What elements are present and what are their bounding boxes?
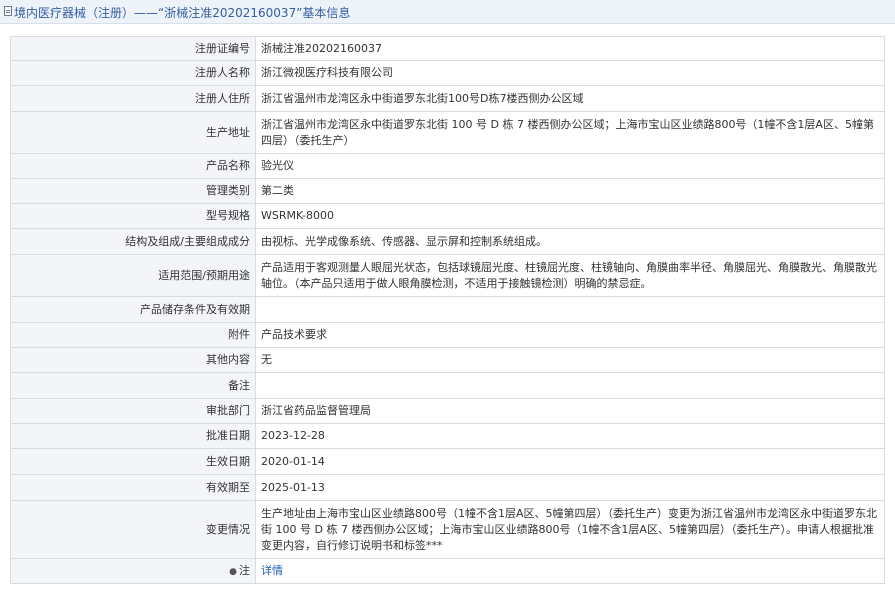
row-label: 注册人住所 — [10, 85, 256, 112]
row-label: 备注 — [10, 372, 256, 399]
table-row: 有效期至 2025-01-13 — [10, 474, 885, 501]
table-row: 注册人住所 浙江省温州市龙湾区永中街道罗东北街100号D栋7楼西侧办公区域 — [10, 85, 885, 112]
row-value: 无 — [255, 347, 885, 373]
row-value: 生产地址由上海市宝山区业绩路800号（1幢不含1层A区、5幢第四层）（委托生产）… — [255, 500, 885, 559]
details-link[interactable]: 详情 — [261, 564, 283, 577]
bullet-icon: ● — [229, 566, 237, 577]
table-row: 注册证编号 浙械注准20202160037 — [10, 36, 885, 61]
page-header: 境内医疗器械（注册）——“浙械注准20202160037”基本信息 — [0, 0, 895, 24]
table-row: 批准日期 2023-12-28 — [10, 423, 885, 449]
table-row: 适用范围/预期用途 产品适用于客观测量人眼屈光状态，包括球镜屈光度、柱镜屈光度、… — [10, 254, 885, 297]
note-label: 注 — [239, 563, 250, 577]
row-value: 由视标、光学成像系统、传感器、显示屏和控制系统组成。 — [255, 228, 885, 255]
table-row: 附件 产品技术要求 — [10, 322, 885, 348]
row-value: 浙江省温州市龙湾区永中街道罗东北街100号D栋7楼西侧办公区域 — [255, 85, 885, 112]
row-label: 产品名称 — [10, 153, 256, 179]
page-title: 境内医疗器械（注册）——“浙械注准20202160037”基本信息 — [14, 6, 351, 20]
row-label: 批准日期 — [10, 423, 256, 449]
row-label: 附件 — [10, 322, 256, 348]
table-row: ● 注 详情 — [10, 558, 885, 584]
row-value: 2020-01-14 — [255, 448, 885, 475]
table-row: 注册人名称 浙江微视医疗科技有限公司 — [10, 60, 885, 86]
row-value: 2025-01-13 — [255, 474, 885, 501]
note-value-cell: 详情 — [255, 558, 885, 584]
row-label: 生产地址 — [10, 111, 256, 154]
row-label: 审批部门 — [10, 398, 256, 424]
row-label: 注册人名称 — [10, 60, 256, 86]
row-label: 其他内容 — [10, 347, 256, 373]
row-label: 产品储存条件及有效期 — [10, 296, 256, 323]
table-row: 产品储存条件及有效期 — [10, 296, 885, 323]
row-value: 产品适用于客观测量人眼屈光状态，包括球镜屈光度、柱镜屈光度、柱镜轴向、角膜曲率半… — [255, 254, 885, 297]
document-icon — [4, 6, 12, 16]
row-label: 生效日期 — [10, 448, 256, 475]
row-value: 浙江省温州市龙湾区永中街道罗东北街 100 号 D 栋 7 楼西侧办公区域；上海… — [255, 111, 885, 154]
table-row: 其他内容 无 — [10, 347, 885, 373]
table-row: 管理类别 第二类 — [10, 178, 885, 204]
row-label: 型号规格 — [10, 203, 256, 229]
row-value: 浙械注准20202160037 — [255, 36, 885, 61]
table-row: 备注 — [10, 372, 885, 399]
table-row: 结构及组成/主要组成成分 由视标、光学成像系统、传感器、显示屏和控制系统组成。 — [10, 228, 885, 255]
row-value — [255, 372, 885, 399]
row-label: 管理类别 — [10, 178, 256, 204]
row-value: 第二类 — [255, 178, 885, 204]
row-value: 浙江省药品监督管理局 — [255, 398, 885, 424]
row-label: 变更情况 — [10, 500, 256, 559]
row-value: 浙江微视医疗科技有限公司 — [255, 60, 885, 86]
row-value: 2023-12-28 — [255, 423, 885, 449]
table-row: 生效日期 2020-01-14 — [10, 448, 885, 475]
row-value: 产品技术要求 — [255, 322, 885, 348]
row-value: 验光仪 — [255, 153, 885, 179]
row-label: 适用范围/预期用途 — [10, 254, 256, 297]
row-label: 注册证编号 — [10, 36, 256, 61]
table-row: 产品名称 验光仪 — [10, 153, 885, 179]
row-value — [255, 296, 885, 323]
row-label: 有效期至 — [10, 474, 256, 501]
table-row: 生产地址 浙江省温州市龙湾区永中街道罗东北街 100 号 D 栋 7 楼西侧办公… — [10, 111, 885, 154]
info-table: 注册证编号 浙械注准20202160037 注册人名称 浙江微视医疗科技有限公司… — [10, 36, 885, 584]
table-row: 变更情况 生产地址由上海市宝山区业绩路800号（1幢不含1层A区、5幢第四层）（… — [10, 500, 885, 559]
table-row: 审批部门 浙江省药品监督管理局 — [10, 398, 885, 424]
row-label: 结构及组成/主要组成成分 — [10, 228, 256, 255]
table-row: 型号规格 WSRMK-8000 — [10, 203, 885, 229]
note-label-cell: ● 注 — [10, 558, 256, 584]
row-value: WSRMK-8000 — [255, 203, 885, 229]
